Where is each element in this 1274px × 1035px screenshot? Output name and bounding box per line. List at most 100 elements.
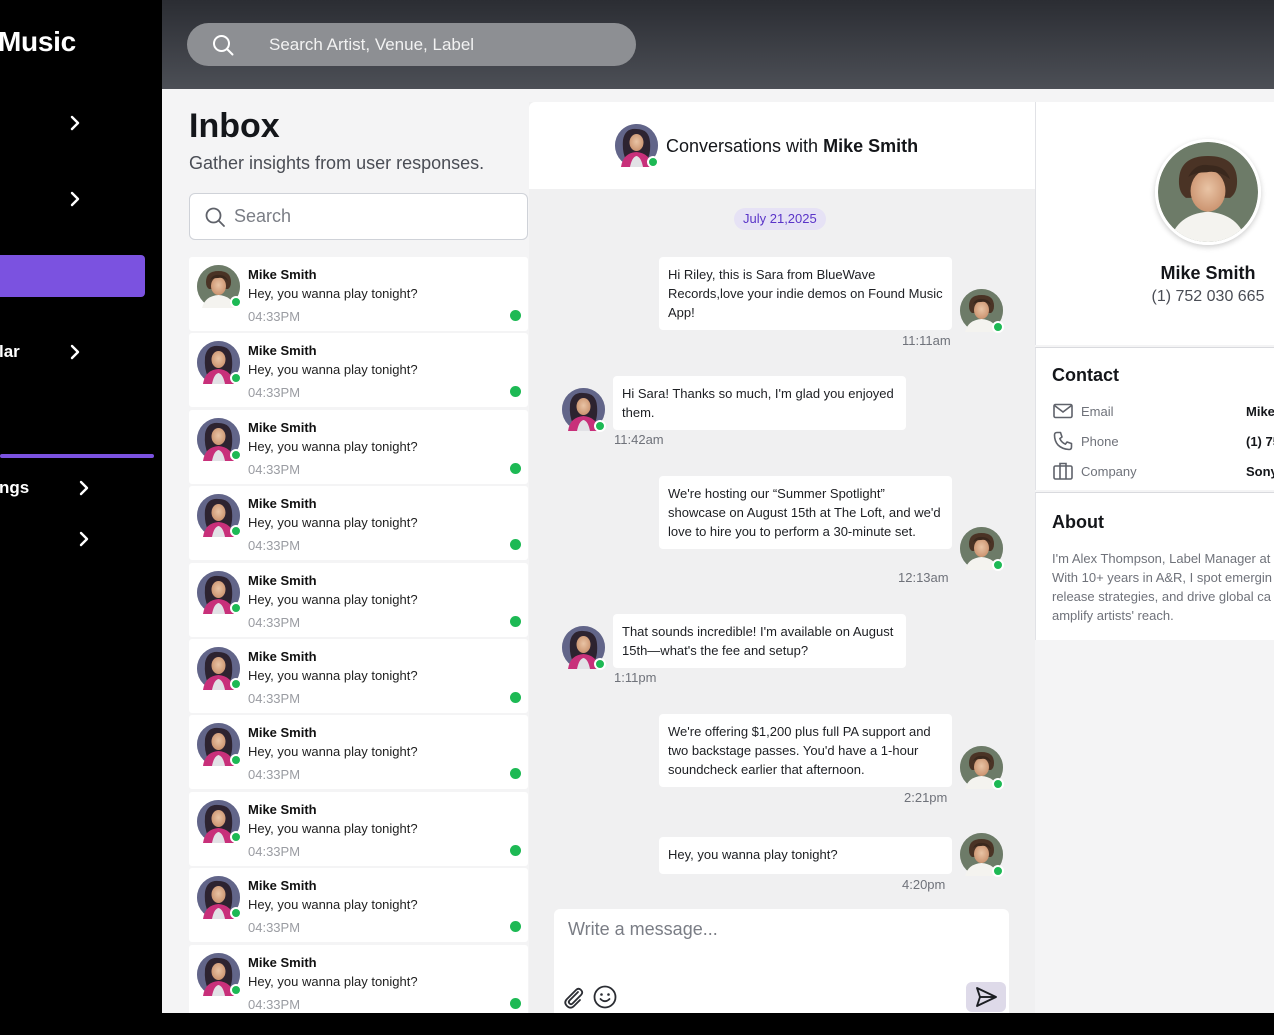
- online-indicator: [230, 677, 242, 690]
- paperclip-icon[interactable]: [560, 984, 586, 1010]
- conversation-time: 04:33PM: [248, 538, 301, 554]
- company-label: Company: [1081, 464, 1137, 479]
- chevron-right-icon: [79, 480, 89, 496]
- conversation-name: Mike Smith: [248, 801, 317, 817]
- message-time: 11:42am: [614, 432, 664, 447]
- contact-card: Contact Email Mike Phone (1) 75: [1035, 347, 1274, 490]
- conversation-time: 04:33PM: [248, 690, 301, 706]
- message-avatar: [960, 527, 1004, 571]
- sidebar-item-1[interactable]: [0, 102, 145, 144]
- message-composer: [554, 909, 1009, 1013]
- conversation-preview: Hey, you wanna play tonight?: [248, 362, 418, 378]
- conversation-item[interactable]: Mike Smith Hey, you wanna play tonight? …: [189, 486, 528, 561]
- chat-title-name: Mike Smith: [823, 136, 919, 156]
- sidebar-item-calendar[interactable]: lar: [0, 331, 145, 373]
- sidebar-item-label: ngs: [0, 478, 30, 497]
- conversation-name: Mike Smith: [248, 725, 317, 741]
- online-indicator: [230, 296, 242, 308]
- conversation-item[interactable]: Mike Smith Hey, you wanna play tonight? …: [189, 257, 528, 331]
- conversation-preview: Hey, you wanna play tonight?: [248, 897, 418, 913]
- global-search[interactable]: [187, 23, 636, 66]
- chat-header-avatar: [615, 124, 659, 168]
- profile-avatar: [1155, 139, 1261, 245]
- message-bubble: We're offering $1,200 plus full PA suppo…: [659, 714, 952, 787]
- unread-dot: [510, 462, 521, 474]
- chat-title: Conversations with Mike Smith: [666, 136, 918, 157]
- chevron-right-icon: [70, 191, 80, 207]
- unread-dot: [510, 386, 521, 398]
- sidebar-item-settings[interactable]: ngs: [0, 467, 154, 509]
- message-bubble: That sounds incredible! I'm available on…: [613, 614, 906, 668]
- conversation-name: Mike Smith: [248, 572, 317, 588]
- message-avatar: [960, 289, 1004, 333]
- message-avatar: [960, 746, 1004, 790]
- message-avatar: [960, 833, 1004, 877]
- conversation-time: 04:33PM: [248, 309, 301, 324]
- sidebar-item-active[interactable]: [0, 255, 145, 297]
- conversation-item[interactable]: Mike Smith Hey, you wanna play tonight? …: [189, 868, 528, 943]
- online-indicator: [992, 865, 1004, 877]
- conversation-preview: Hey, you wanna play tonight?: [248, 515, 418, 531]
- sidebar-item-7[interactable]: [0, 518, 154, 560]
- chat-panel: Conversations with Mike Smith July 21,20…: [529, 102, 1035, 1013]
- profile-card: Mike Smith (1) 752 030 665: [1035, 102, 1274, 345]
- conversation-preview: Hey, you wanna play tonight?: [248, 438, 418, 454]
- conversation-list: Mike Smith Hey, you wanna play tonight? …: [189, 257, 528, 1013]
- global-search-input[interactable]: [269, 23, 609, 66]
- inbox-search-input[interactable]: [234, 194, 514, 239]
- unread-dot: [510, 310, 521, 321]
- conversation-item[interactable]: Mike Smith Hey, you wanna play tonight? …: [189, 638, 528, 713]
- online-indicator: [230, 907, 242, 920]
- unread-dot: [510, 615, 521, 627]
- online-indicator: [230, 983, 242, 996]
- online-indicator: [230, 372, 242, 385]
- online-indicator: [992, 559, 1004, 571]
- send-button[interactable]: [966, 982, 1006, 1012]
- sidebar-item-5[interactable]: [0, 394, 145, 436]
- conversation-item[interactable]: Mike Smith Hey, you wanna play tonight? …: [189, 944, 528, 1013]
- top-bar: [162, 0, 1274, 89]
- main-content: Inbox Gather insights from user response…: [162, 89, 1274, 1013]
- conversation-preview: Hey, you wanna play tonight?: [248, 973, 418, 989]
- mail-icon: [1053, 403, 1073, 419]
- avatar: [1158, 142, 1258, 242]
- unread-dot: [510, 539, 521, 551]
- conversation-item[interactable]: Mike Smith Hey, you wanna play tonight? …: [189, 715, 528, 790]
- conversation-name: Mike Smith: [248, 496, 317, 512]
- message-time: 12:13am: [898, 570, 949, 585]
- email-value[interactable]: Mike: [1246, 404, 1274, 419]
- message-avatar: [562, 626, 606, 670]
- about-card: About I'm Alex Thompson, Label Manager a…: [1035, 492, 1274, 640]
- conversation-item[interactable]: Mike Smith Hey, you wanna play tonight? …: [189, 333, 528, 408]
- emoji-icon[interactable]: [592, 984, 618, 1010]
- sidebar-item-2[interactable]: [0, 178, 145, 220]
- profile-name: Mike Smith: [1160, 263, 1256, 283]
- online-indicator: [230, 448, 242, 461]
- conversation-item[interactable]: Mike Smith Hey, you wanna play tonight? …: [189, 409, 528, 484]
- date-separator: July 21,2025: [734, 208, 826, 230]
- phone-icon: [1053, 431, 1073, 451]
- about-heading: About: [1052, 512, 1104, 532]
- conversation-name: Mike Smith: [248, 648, 317, 664]
- conversation-preview: Hey, you wanna play tonight?: [248, 286, 418, 301]
- contact-row-company: Company Sony: [1052, 460, 1274, 484]
- online-indicator: [230, 754, 242, 767]
- conversation-item[interactable]: Mike Smith Hey, you wanna play tonight? …: [189, 791, 528, 866]
- sidebar-divider: [0, 454, 154, 458]
- conversation-item[interactable]: Mike Smith Hey, you wanna play tonight? …: [189, 562, 528, 637]
- online-indicator: [992, 321, 1004, 333]
- conversation-time: 04:33PM: [248, 614, 301, 630]
- page-subtitle: Gather insights from user responses.: [189, 153, 485, 173]
- about-text: I'm Alex Thompson, Label Manager at With…: [1052, 551, 1273, 623]
- online-indicator: [594, 420, 606, 432]
- sidebar-item-label: lar: [0, 342, 20, 361]
- message-input[interactable]: [568, 919, 988, 959]
- sidebar: Music lar ngs: [0, 0, 162, 1013]
- online-indicator: [230, 601, 242, 614]
- message-bubble: Hi Sara! Thanks so much, I'm glad you en…: [613, 376, 906, 430]
- contact-heading: Contact: [1052, 365, 1119, 385]
- search-icon: [205, 207, 225, 227]
- send-icon: [976, 987, 997, 1007]
- conversation-time: 04:33PM: [248, 920, 301, 936]
- inbox-search[interactable]: [189, 193, 528, 240]
